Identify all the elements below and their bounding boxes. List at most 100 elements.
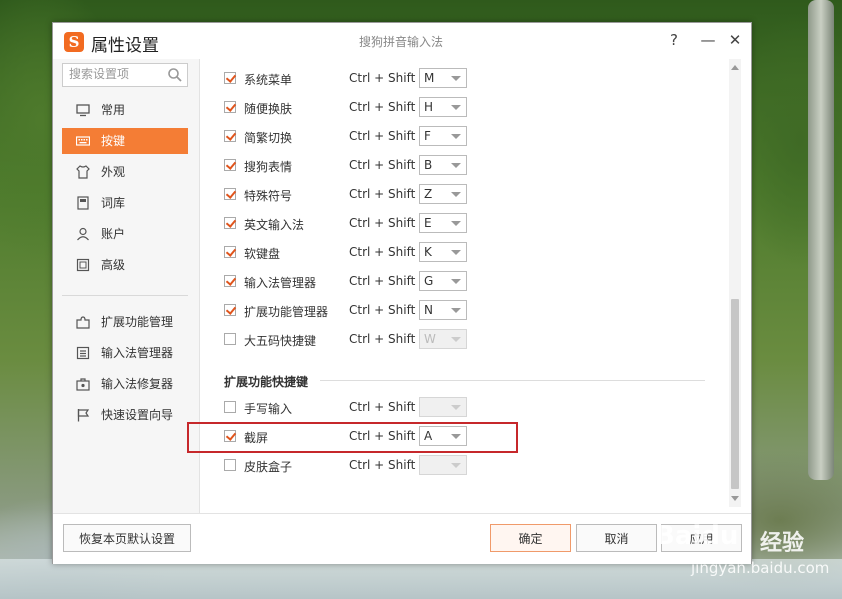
modifier-label: Ctrl + Shift + <box>349 71 430 85</box>
key-value: W <box>424 332 436 346</box>
sidebar-tool-setup-wizard[interactable]: 快速设置向导 <box>62 402 188 428</box>
sidebar-item-label: 按键 <box>101 134 126 148</box>
checkbox[interactable] <box>224 275 236 287</box>
sidebar-item-advanced[interactable]: 高级 <box>62 252 188 278</box>
modifier-label: Ctrl + Shift + <box>349 400 430 414</box>
shortcut-label: 手写输入 <box>244 402 293 416</box>
shortcut-label: 简繁切换 <box>244 131 293 145</box>
shortcut-row-english-input: 英文输入法 Ctrl + Shift + E <box>224 213 484 235</box>
window-title: 属性设置 <box>91 36 159 56</box>
chevron-down-icon <box>451 463 461 468</box>
checkbox[interactable] <box>224 246 236 258</box>
watermark-brand: Baidu <box>655 521 739 551</box>
checkbox[interactable] <box>224 401 236 413</box>
search-icon[interactable] <box>167 67 183 83</box>
key-select <box>419 397 467 417</box>
user-icon <box>77 227 89 241</box>
key-select[interactable]: F <box>419 126 467 146</box>
modifier-label: Ctrl + Shift + <box>349 216 430 230</box>
shortcut-row-special-symbols: 特殊符号 Ctrl + Shift + Z <box>224 184 484 206</box>
sidebar-item-label: 常用 <box>101 103 126 117</box>
modifier-label: Ctrl + Shift + <box>349 158 430 172</box>
chevron-down-icon <box>451 337 461 342</box>
close-button[interactable]: ✕ <box>723 28 747 52</box>
checkbox[interactable] <box>224 459 236 471</box>
key-value: K <box>424 245 432 259</box>
key-value: G <box>424 274 434 288</box>
restore-defaults-button[interactable]: 恢复本页默认设置 <box>63 524 191 552</box>
chevron-down-icon <box>451 76 461 81</box>
flag-icon <box>77 409 90 422</box>
sidebar-divider <box>62 295 188 296</box>
key-select[interactable]: M <box>419 68 467 88</box>
modifier-label: Ctrl + Shift + <box>349 332 430 346</box>
scroll-thumb[interactable] <box>731 299 739 489</box>
puzzle-icon <box>76 316 90 329</box>
chevron-down-icon <box>451 250 461 255</box>
app-name: 搜狗拼音输入法 <box>359 35 444 49</box>
scroll-down-arrow-icon[interactable] <box>731 496 739 501</box>
checkbox[interactable] <box>224 304 236 316</box>
settings-window: S 属性设置 搜狗拼音输入法 ? — ✕ 常用 <box>52 22 752 564</box>
sidebar-item-label: 外观 <box>101 165 126 179</box>
sidebar-item-label: 词库 <box>101 196 126 210</box>
sidebar-item-common[interactable]: 常用 <box>62 97 188 123</box>
shortcut-label: 软键盘 <box>244 247 281 261</box>
checkbox[interactable] <box>224 101 236 113</box>
modifier-label: Ctrl + Shift + <box>349 458 430 472</box>
shortcut-label: 系统菜单 <box>244 73 293 87</box>
key-value: F <box>424 129 431 143</box>
modifier-label: Ctrl + Shift + <box>349 129 430 143</box>
book-icon <box>77 196 89 210</box>
title-bar[interactable]: S 属性设置 搜狗拼音输入法 ? — ✕ <box>53 23 751 59</box>
modifier-label: Ctrl + Shift + <box>349 274 430 288</box>
square-icon <box>76 258 90 272</box>
key-select[interactable]: B <box>419 155 467 175</box>
shortcut-label: 皮肤盒子 <box>244 460 293 474</box>
chevron-down-icon <box>451 405 461 410</box>
chevron-down-icon <box>451 308 461 313</box>
minimize-button[interactable]: — <box>696 28 720 52</box>
chevron-down-icon <box>451 221 461 226</box>
sidebar-tool-label: 快速设置向导 <box>101 408 174 422</box>
wallpaper-tree-trunk <box>808 0 834 480</box>
checkbox[interactable] <box>224 159 236 171</box>
key-select[interactable]: H <box>419 97 467 117</box>
key-select[interactable]: K <box>419 242 467 262</box>
sidebar-tool-extension-manager[interactable]: 扩展功能管理 <box>62 309 188 335</box>
sidebar: 常用 按键 外观 词库 <box>53 59 200 513</box>
key-select[interactable]: Z <box>419 184 467 204</box>
shortcut-row-ime-manager: 输入法管理器 Ctrl + Shift + G <box>224 271 484 293</box>
checkbox[interactable] <box>224 130 236 142</box>
sidebar-item-appearance[interactable]: 外观 <box>62 159 188 185</box>
sidebar-tool-ime-manager[interactable]: 输入法管理器 <box>62 340 188 366</box>
monitor-icon <box>76 104 90 117</box>
checkbox[interactable] <box>224 188 236 200</box>
key-value: N <box>424 303 433 317</box>
shortcut-label: 搜狗表情 <box>244 160 293 174</box>
key-value: E <box>424 216 432 230</box>
key-select[interactable]: E <box>419 213 467 233</box>
annotation-highlight-box <box>187 422 518 453</box>
key-select[interactable]: G <box>419 271 467 291</box>
sidebar-item-dictionary[interactable]: 词库 <box>62 190 188 216</box>
ok-button[interactable]: 确定 <box>490 524 571 552</box>
checkbox[interactable] <box>224 72 236 84</box>
checkbox[interactable] <box>224 217 236 229</box>
sidebar-item-keys[interactable]: 按键 <box>62 128 188 154</box>
sidebar-tool-ime-repair[interactable]: 输入法修复器 <box>62 371 188 397</box>
sidebar-item-account[interactable]: 账户 <box>62 221 188 247</box>
modifier-label: Ctrl + Shift + <box>349 303 430 317</box>
key-select[interactable]: N <box>419 300 467 320</box>
sogou-logo-icon: S <box>64 32 84 52</box>
vertical-scrollbar[interactable] <box>729 59 741 507</box>
shortcut-row-handwriting: 手写输入 Ctrl + Shift + <box>224 397 484 419</box>
key-select <box>419 455 467 475</box>
shortcut-row-big5: 大五码快捷键 Ctrl + Shift + W <box>224 329 484 351</box>
search-input[interactable] <box>63 64 165 84</box>
checkbox[interactable] <box>224 333 236 345</box>
shortcut-row-extension-manager: 扩展功能管理器 Ctrl + Shift + N <box>224 300 484 322</box>
help-button[interactable]: ? <box>662 28 686 52</box>
shortcut-row-soft-keyboard: 软键盘 Ctrl + Shift + K <box>224 242 484 264</box>
scroll-up-arrow-icon[interactable] <box>731 65 739 70</box>
